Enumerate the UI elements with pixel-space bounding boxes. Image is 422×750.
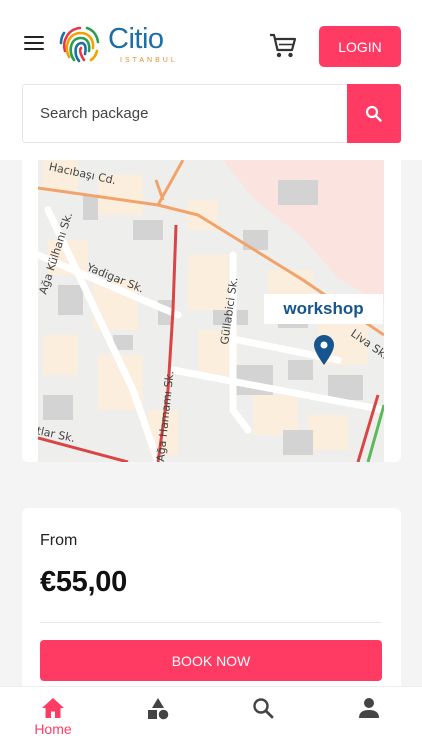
from-label: From <box>40 532 78 549</box>
menu-icon[interactable] <box>24 36 44 52</box>
price-card: From €55,00 BOOK NOW <box>22 508 401 698</box>
divider <box>40 622 382 623</box>
logo-subtitle: ISTANBUL <box>120 56 178 64</box>
login-button[interactable]: LOGIN <box>319 26 401 67</box>
user-icon <box>359 698 379 718</box>
search-icon <box>253 698 274 719</box>
logo-name: Citio <box>108 22 164 55</box>
nav-home-label: Home <box>34 721 72 737</box>
home-icon <box>42 698 64 718</box>
shapes-icon <box>148 698 169 720</box>
map-marker-label: workshop <box>264 294 383 324</box>
nav-search[interactable] <box>228 687 298 750</box>
bottom-navigation: Home <box>0 686 422 750</box>
nav-home[interactable]: Home <box>18 687 88 750</box>
search-icon <box>365 105 382 122</box>
cart-icon[interactable] <box>268 32 298 60</box>
search-button[interactable] <box>347 84 401 143</box>
price-value: €55,00 <box>40 566 127 598</box>
nav-categories[interactable] <box>123 687 193 750</box>
nav-profile[interactable] <box>334 687 404 750</box>
search-bar <box>22 84 401 143</box>
book-now-button[interactable]: BOOK NOW <box>40 640 382 681</box>
fingerprint-logo-icon <box>59 26 100 63</box>
app-header: Citio ISTANBUL LOGIN <box>0 0 422 160</box>
search-input[interactable] <box>23 85 347 142</box>
citio-logo[interactable]: Citio ISTANBUL <box>56 20 196 68</box>
